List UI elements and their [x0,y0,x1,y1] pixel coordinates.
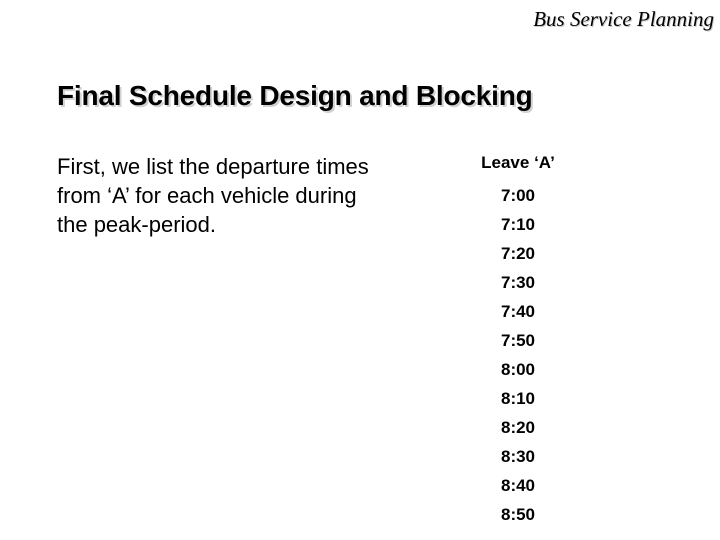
list-item: 8:10 [500,389,536,408]
list-item: 8:30 [500,447,536,466]
list-item: 7:00 [500,186,536,205]
list-item: 7:40 [500,302,536,321]
left-content-column: First, we list the departure times from … [57,152,387,239]
list-item: 8:50 [500,505,536,524]
departure-times-column: Leave ‘A’ 7:00 7:10 7:20 7:30 7:40 7:50 … [428,152,608,529]
slide-canvas: Bus Service Planning Final Schedule Desi… [0,0,720,540]
list-item: 7:10 [500,215,536,234]
list-item: 8:40 [500,476,536,495]
list-item: 8:20 [500,418,536,437]
slide-body: First, we list the departure times from … [0,152,720,540]
departure-times-header: Leave ‘A’ [481,153,555,172]
departure-times-list: 7:00 7:10 7:20 7:30 7:40 7:50 8:00 8:10 … [428,181,608,529]
list-item: 7:30 [500,273,536,292]
running-header-title: Bus Service Planning [533,7,714,31]
body-paragraph: First, we list the departure times from … [57,154,369,237]
list-item: 7:50 [500,331,536,350]
list-item: 8:00 [500,360,536,379]
slide-title: Final Schedule Design and Blocking [57,80,533,111]
list-item: 7:20 [500,244,536,263]
